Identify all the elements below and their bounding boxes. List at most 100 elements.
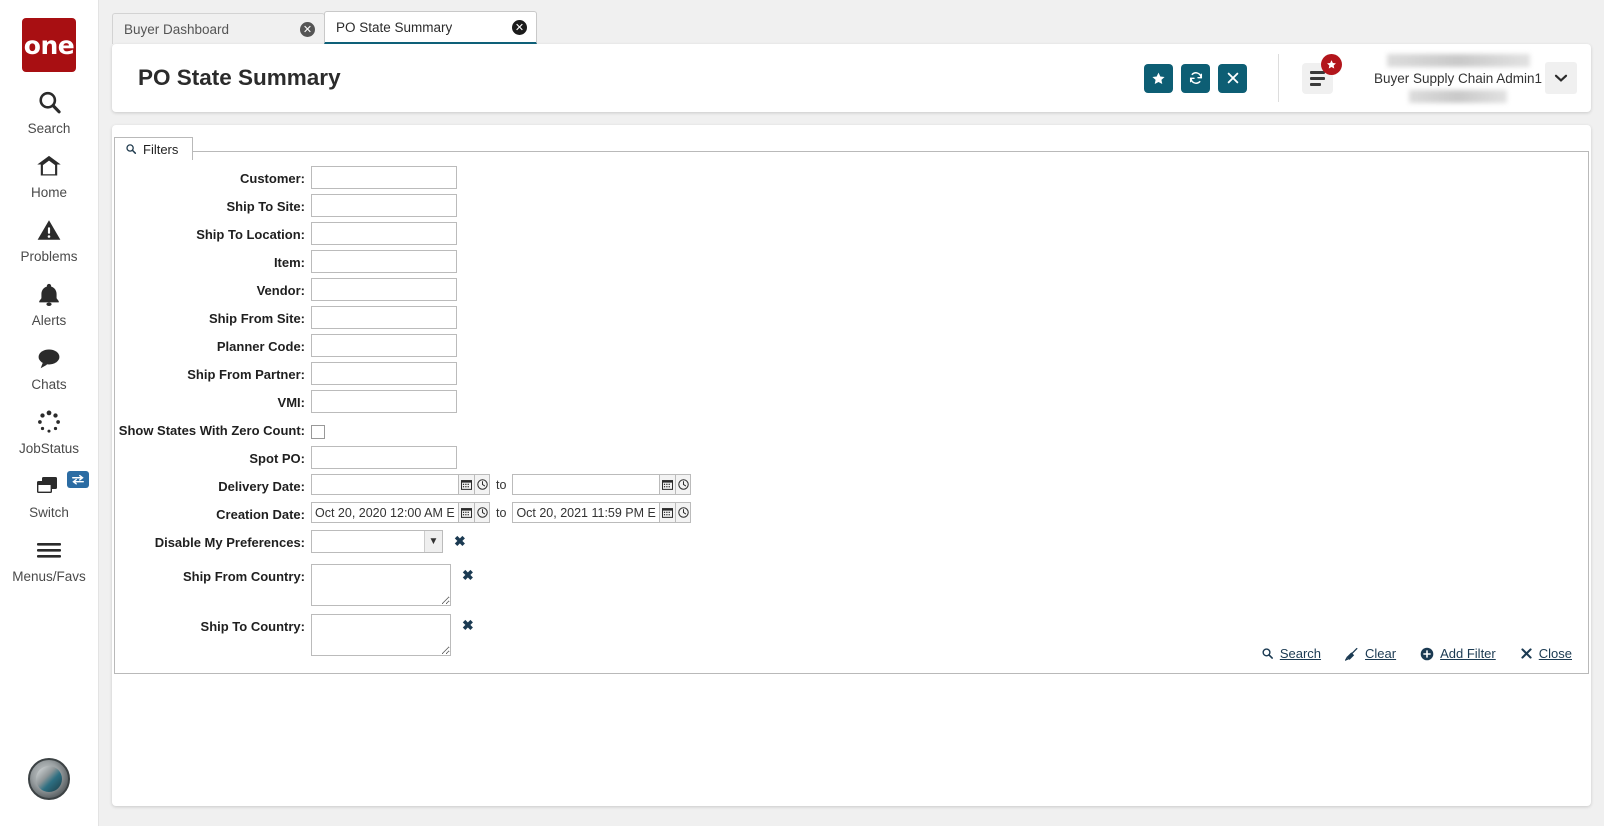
sidebar-item-problems[interactable]: Problems xyxy=(0,215,99,264)
input-ship-to-country[interactable] xyxy=(311,614,451,656)
spinner-icon xyxy=(36,407,62,437)
input-spot-po[interactable] xyxy=(311,446,457,469)
user-menu-button[interactable] xyxy=(1545,62,1577,94)
header-actions xyxy=(1144,63,1247,93)
filter-row-customer: Customer: xyxy=(115,166,1588,194)
input-ship-to-site[interactable] xyxy=(311,194,457,217)
sidebar: one Search Home Problems Alerts Chats Jo… xyxy=(0,0,99,826)
tab-filters-label: Filters xyxy=(143,141,179,157)
add-filter-link-label: Add Filter xyxy=(1440,646,1496,661)
sidebar-label-search: Search xyxy=(27,121,71,136)
label-spot-po: Spot PO: xyxy=(249,451,305,466)
close-link[interactable]: Close xyxy=(1520,646,1572,661)
sidebar-item-menus-favs[interactable]: Menus/Favs xyxy=(0,535,99,584)
input-delivery-date-to[interactable] xyxy=(512,474,660,495)
sidebar-label-jobstatus: JobStatus xyxy=(18,441,80,456)
sidebar-item-alerts[interactable]: Alerts xyxy=(0,279,99,328)
close-circle-icon[interactable]: ✕ xyxy=(512,19,527,35)
label-creation-date: Creation Date: xyxy=(216,507,305,522)
input-delivery-date-from[interactable] xyxy=(311,474,458,495)
input-item[interactable] xyxy=(311,250,457,273)
swap-arrows-icon[interactable] xyxy=(66,471,89,488)
menu-button[interactable] xyxy=(1302,53,1342,94)
filter-row-creation-date: Creation Date: Oct 20, 2020 12:00 AM ED … xyxy=(115,502,1588,530)
clear-link[interactable]: Clear xyxy=(1345,646,1396,661)
sidebar-label-home: Home xyxy=(30,185,67,200)
add-filter-link[interactable]: Add Filter xyxy=(1420,646,1496,661)
user-info: Buyer Supply Chain Admin1 xyxy=(1374,53,1542,103)
filter-row-ship-to-location: Ship To Location: xyxy=(115,222,1588,250)
label-item: Item: xyxy=(273,255,305,270)
select-disable-prefs[interactable]: ▼ xyxy=(311,530,443,553)
filter-row-spot-po: Spot PO: xyxy=(115,446,1588,474)
chevron-down-icon: ▼ xyxy=(424,531,442,552)
sidebar-item-chats[interactable]: Chats xyxy=(0,343,99,392)
filters-body: Customer: Ship To Site: Ship To Location… xyxy=(114,151,1589,674)
calendar-icon[interactable] xyxy=(659,502,676,523)
input-ship-from-site[interactable] xyxy=(311,306,457,329)
sidebar-item-home[interactable]: Home xyxy=(0,151,99,200)
sidebar-label-problems: Problems xyxy=(20,249,78,264)
label-ship-from-country: Ship From Country: xyxy=(182,569,305,584)
calendar-icon[interactable] xyxy=(458,502,474,523)
user-avatar-logo[interactable] xyxy=(28,758,70,800)
filters-tabbar: Filters xyxy=(112,125,1591,160)
delivery-date-group: to xyxy=(311,474,692,495)
input-ship-from-partner[interactable] xyxy=(311,362,457,385)
label-delivery-date: Delivery Date: xyxy=(218,479,305,494)
close-page-button[interactable] xyxy=(1218,63,1247,93)
sidebar-label-alerts: Alerts xyxy=(31,313,67,328)
logo-text: one xyxy=(23,30,75,60)
sidebar-label-switch: Switch xyxy=(29,505,69,520)
clock-icon[interactable] xyxy=(675,502,692,523)
tab-filters[interactable]: Filters xyxy=(114,137,194,160)
speech-bubble-icon xyxy=(35,343,63,373)
user-area: Buyer Supply Chain Admin1 xyxy=(1374,53,1577,103)
input-vendor[interactable] xyxy=(311,278,457,301)
clear-disable-prefs-icon[interactable]: ✖ xyxy=(454,530,466,550)
input-ship-from-country[interactable] xyxy=(311,564,451,606)
clear-ship-to-country-icon[interactable]: ✖ xyxy=(462,614,474,634)
redacted-bar-bottom xyxy=(1409,89,1507,103)
search-link[interactable]: Search xyxy=(1261,646,1321,661)
clock-icon[interactable] xyxy=(474,474,490,495)
input-creation-date-to[interactable] xyxy=(512,502,660,523)
sidebar-item-switch[interactable]: Switch xyxy=(0,471,99,520)
clock-icon[interactable] xyxy=(675,474,692,495)
input-vmi[interactable] xyxy=(311,390,457,413)
filter-row-planner-code: Planner Code: xyxy=(115,334,1588,362)
refresh-icon xyxy=(1188,70,1204,86)
clock-icon[interactable] xyxy=(474,502,490,523)
tab-strip: Buyer Dashboard ✕ PO State Summary ✕ xyxy=(99,0,1604,44)
checkbox-zero-count[interactable] xyxy=(311,425,325,439)
search-link-label: Search xyxy=(1279,646,1322,661)
tab-label: Buyer Dashboard xyxy=(124,21,230,37)
input-customer[interactable] xyxy=(311,166,457,189)
favorite-button[interactable] xyxy=(1144,63,1173,93)
input-ship-to-location[interactable] xyxy=(311,222,457,245)
star-icon xyxy=(1151,71,1166,86)
content-card: Filters Customer: Ship To Site: Ship To … xyxy=(112,125,1591,806)
sidebar-item-jobstatus[interactable]: JobStatus xyxy=(0,407,99,456)
windows-stack-icon xyxy=(34,471,64,501)
calendar-icon[interactable] xyxy=(458,474,474,495)
tab-buyer-dashboard[interactable]: Buyer Dashboard ✕ xyxy=(112,13,325,44)
hamburger-icon xyxy=(34,535,64,565)
calendar-icon[interactable] xyxy=(659,474,676,495)
search-icon xyxy=(125,143,137,155)
menu-badge-star-icon xyxy=(1321,53,1342,75)
header-divider xyxy=(1278,54,1279,102)
broom-icon xyxy=(1345,647,1359,661)
clear-ship-from-country-icon[interactable]: ✖ xyxy=(462,564,474,584)
input-planner-code[interactable] xyxy=(311,334,457,357)
refresh-button[interactable] xyxy=(1181,63,1210,93)
delivery-date-to-word: to xyxy=(496,477,507,492)
sidebar-item-search[interactable]: Search xyxy=(0,87,99,136)
close-circle-icon[interactable]: ✕ xyxy=(300,21,315,37)
label-zero-count: Show States With Zero Count: xyxy=(118,423,305,438)
app-logo[interactable]: one xyxy=(22,18,76,72)
close-link-label: Close xyxy=(1538,646,1572,661)
input-creation-date-from[interactable] xyxy=(311,502,458,523)
tab-po-state-summary[interactable]: PO State Summary ✕ xyxy=(324,11,537,44)
chevron-down-icon xyxy=(1554,73,1568,83)
